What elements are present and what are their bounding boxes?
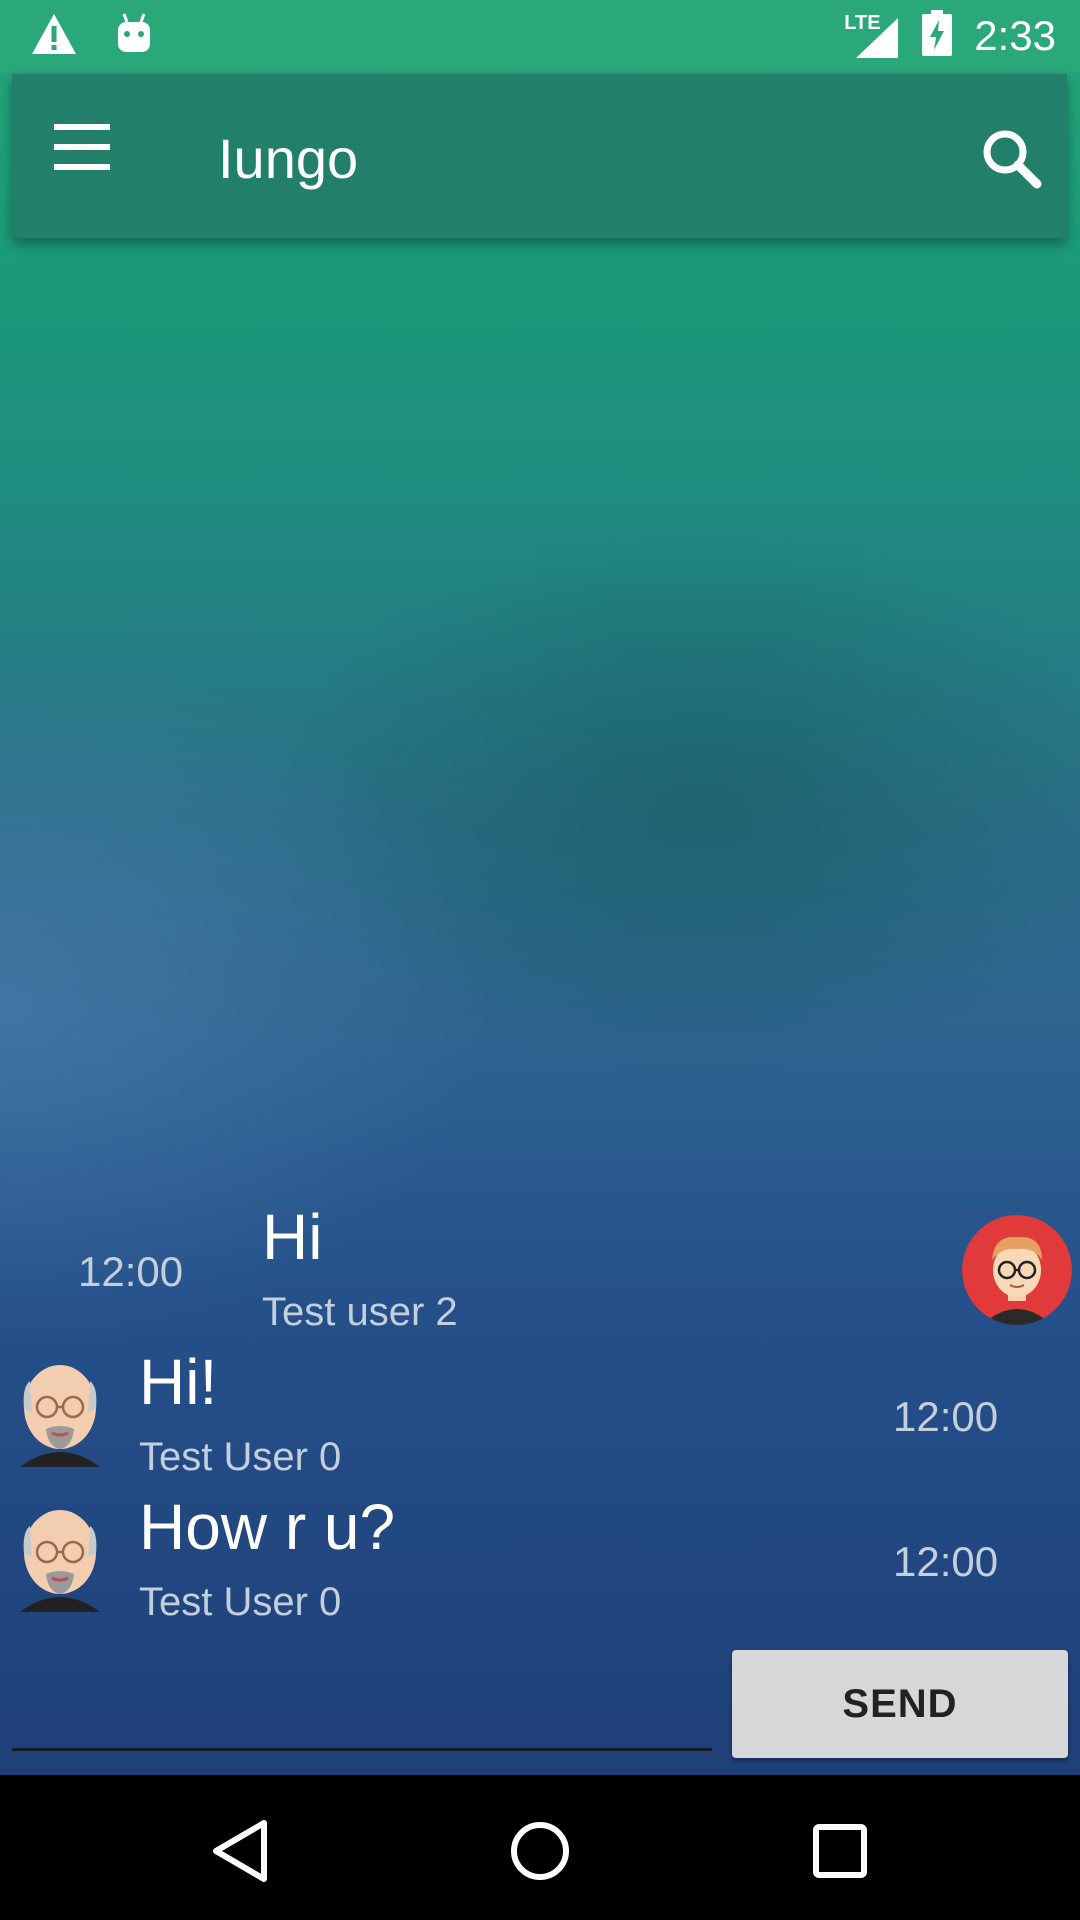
- message-item[interactable]: 12:00 Hi Test user 2: [0, 1200, 1080, 1340]
- bald-man-avatar: [12, 1502, 108, 1612]
- status-bar: LTE 2:33: [0, 0, 1080, 72]
- back-icon[interactable]: [200, 1811, 280, 1891]
- message-item[interactable]: How r u? Test User 0 12:00: [0, 1490, 1080, 1630]
- app-title: Iungo: [218, 127, 359, 190]
- message-sender: Test user 2: [262, 1290, 458, 1334]
- message-time: 12:00: [893, 1393, 999, 1440]
- hamburger-menu-icon[interactable]: [54, 124, 124, 188]
- android-icon: [114, 12, 154, 61]
- warning-icon: [30, 12, 78, 61]
- bald-man-avatar: [12, 1357, 108, 1467]
- app-bar: Iungo: [12, 74, 1067, 238]
- message-sender: Test User 0: [139, 1580, 342, 1624]
- red-avatar: [962, 1215, 1072, 1325]
- message-text: How r u?: [139, 1491, 396, 1563]
- navigation-bar: [0, 1775, 1080, 1920]
- message-text: Hi: [262, 1201, 323, 1273]
- message-item[interactable]: Hi! Test User 0 12:00: [0, 1345, 1080, 1485]
- recents-icon[interactable]: [800, 1811, 880, 1891]
- search-icon[interactable]: [977, 124, 1047, 194]
- message-sender: Test User 0: [139, 1435, 342, 1479]
- send-button[interactable]: SEND: [732, 1650, 1068, 1758]
- message-time: 12:00: [893, 1538, 999, 1585]
- chat-screen: LTE 2:33 Iungo 12:00 Hi Test user 2 Hi! …: [0, 0, 1080, 1775]
- message-input[interactable]: [12, 1650, 712, 1751]
- lte-signal-icon: LTE: [844, 12, 900, 60]
- message-time: 12:00: [78, 1248, 184, 1295]
- battery-charging-icon: [922, 10, 953, 61]
- message-text: Hi!: [139, 1346, 218, 1418]
- home-icon[interactable]: [500, 1811, 580, 1891]
- status-time: 2:33: [974, 11, 1056, 59]
